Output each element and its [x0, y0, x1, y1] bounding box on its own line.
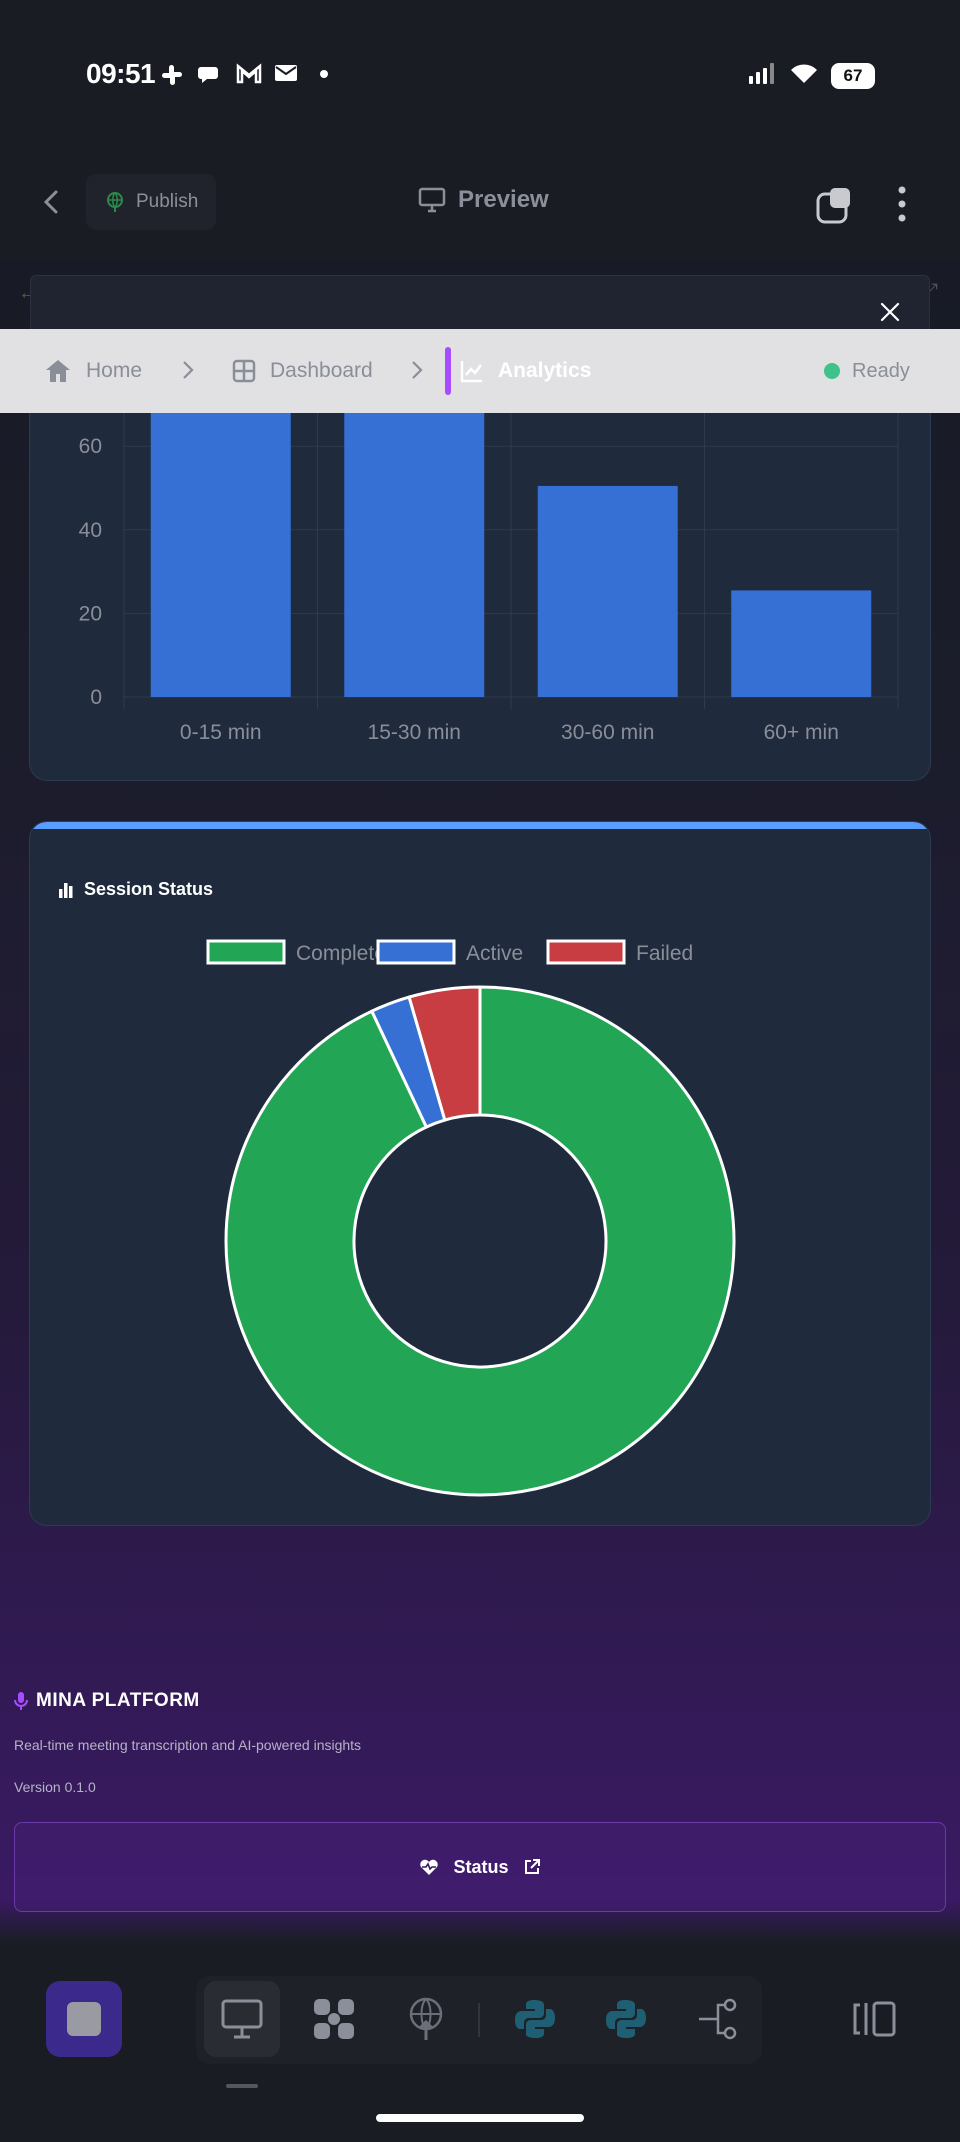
breadcrumb-label: Dashboard: [270, 359, 373, 382]
dot-icon: [312, 63, 336, 85]
publish-label: Publish: [136, 191, 199, 212]
battery-indicator: 67: [831, 62, 875, 89]
dock-python-button-2[interactable]: [588, 1981, 664, 2057]
home-icon: [46, 360, 70, 382]
app-bar: Publish Preview: [0, 150, 960, 260]
preview-label: Preview: [458, 186, 549, 213]
chevron-right-icon: [183, 361, 194, 379]
duration-bar-chart: 0 20 40 60 0-15 min 15-30 min 30-60 min 60+ min: [79, 413, 899, 744]
legend-label: Active: [466, 942, 523, 965]
dock-handle[interactable]: [226, 2084, 258, 2088]
dock-desktop-button[interactable]: [204, 1981, 280, 2057]
legend-label: Failed: [636, 942, 693, 965]
x-tick-label: 30-60 min: [561, 721, 654, 744]
python-icon: [606, 2000, 646, 2038]
modal-header: [30, 275, 930, 335]
dock-python-button-1[interactable]: [497, 1981, 573, 2057]
legend-swatch: [546, 939, 626, 965]
y-tick-label: 40: [79, 519, 102, 542]
breadcrumb-label: Analytics: [498, 359, 592, 382]
wifi-icon: [789, 62, 819, 89]
breadcrumb-label: Home: [86, 359, 143, 382]
bar: [344, 413, 485, 697]
footer-description: Real-time meeting transcription and AI-p…: [14, 1737, 362, 1753]
workflow-icon: [699, 1998, 737, 2040]
system-icons: 67: [747, 62, 875, 89]
back-icon[interactable]: [38, 188, 66, 216]
breadcrumb-home[interactable]: Home: [44, 329, 142, 413]
tabs-icon[interactable]: [816, 186, 854, 224]
globe-upload-icon: [409, 1997, 443, 2040]
preview-button[interactable]: Preview: [418, 186, 549, 214]
status-badge: Ready: [824, 329, 910, 413]
dock-plugins-button[interactable]: [296, 1981, 372, 2057]
grid-icon: [232, 359, 256, 383]
home-indicator[interactable]: [376, 2114, 584, 2122]
monitor-icon: [418, 187, 446, 213]
bar: [150, 413, 291, 697]
legend-swatch: [376, 939, 456, 965]
clock: 09:51: [86, 58, 156, 89]
active-indicator: [445, 347, 451, 395]
python-icon: [515, 2000, 555, 2038]
y-tick-label: 0: [90, 686, 102, 709]
status-button-label: Status: [453, 1856, 509, 1877]
line-chart-icon: [460, 361, 482, 383]
signal-icon: [747, 62, 777, 89]
chat-icon: [198, 63, 222, 85]
chevron-right-icon: [412, 361, 423, 379]
stop-icon: [67, 2002, 101, 2036]
slack-icon: [160, 63, 184, 85]
breadcrumb-dashboard[interactable]: Dashboard: [232, 329, 373, 413]
mail-icon: [274, 63, 298, 85]
breadcrumb: Home Dashboard Analytics Ready: [0, 329, 960, 413]
legend-swatch: [206, 939, 286, 965]
status-dot: [824, 363, 840, 379]
status-bar: 09:51 67: [0, 0, 960, 150]
notification-icons: [160, 63, 336, 85]
external-link-icon: [524, 1859, 540, 1874]
duration-chart-card: 0 20 40 60 0-15 min 15-30 min 30-60 min 60+ min: [29, 413, 931, 781]
x-tick-label: 0-15 min: [180, 721, 262, 744]
globe-icon: [107, 192, 123, 212]
dock-workflow-button[interactable]: [680, 1981, 756, 2057]
dock-divider: [478, 2003, 480, 2037]
footer-title: MINA PLATFORM: [14, 1690, 200, 1712]
monitor-icon: [221, 1999, 263, 2039]
status-label: Ready: [852, 359, 910, 382]
split-view-icon: [853, 2001, 896, 2037]
status-button[interactable]: Status: [14, 1822, 946, 1912]
close-icon[interactable]: [878, 300, 902, 324]
y-tick-label: 60: [79, 435, 102, 458]
footer-version: Version 0.1.0: [14, 1779, 96, 1795]
publish-button[interactable]: Publish: [86, 174, 217, 230]
microphone-icon: [14, 1692, 28, 1710]
app-switcher-button[interactable]: [46, 1981, 122, 2057]
breadcrumb-analytics[interactable]: Analytics: [460, 329, 591, 413]
more-options-icon[interactable]: [892, 184, 912, 224]
session-status-card: Session Status Completed Active Failed: [29, 821, 931, 1526]
x-tick-label: 60+ min: [764, 721, 839, 744]
heartbeat-icon: [420, 1859, 439, 1875]
footer-title-label: MINA PLATFORM: [36, 1690, 200, 1711]
bar: [537, 485, 678, 697]
y-tick-label: 20: [79, 602, 102, 625]
puzzle-icon: [314, 1999, 354, 2039]
x-tick-label: 15-30 min: [368, 721, 461, 744]
dock-split-view-button[interactable]: [836, 1981, 912, 2057]
gmail-icon: [236, 63, 262, 85]
dock-deploy-button[interactable]: [388, 1981, 464, 2057]
bar: [731, 590, 872, 697]
session-status-donut: Completed Active Failed: [206, 939, 736, 1497]
